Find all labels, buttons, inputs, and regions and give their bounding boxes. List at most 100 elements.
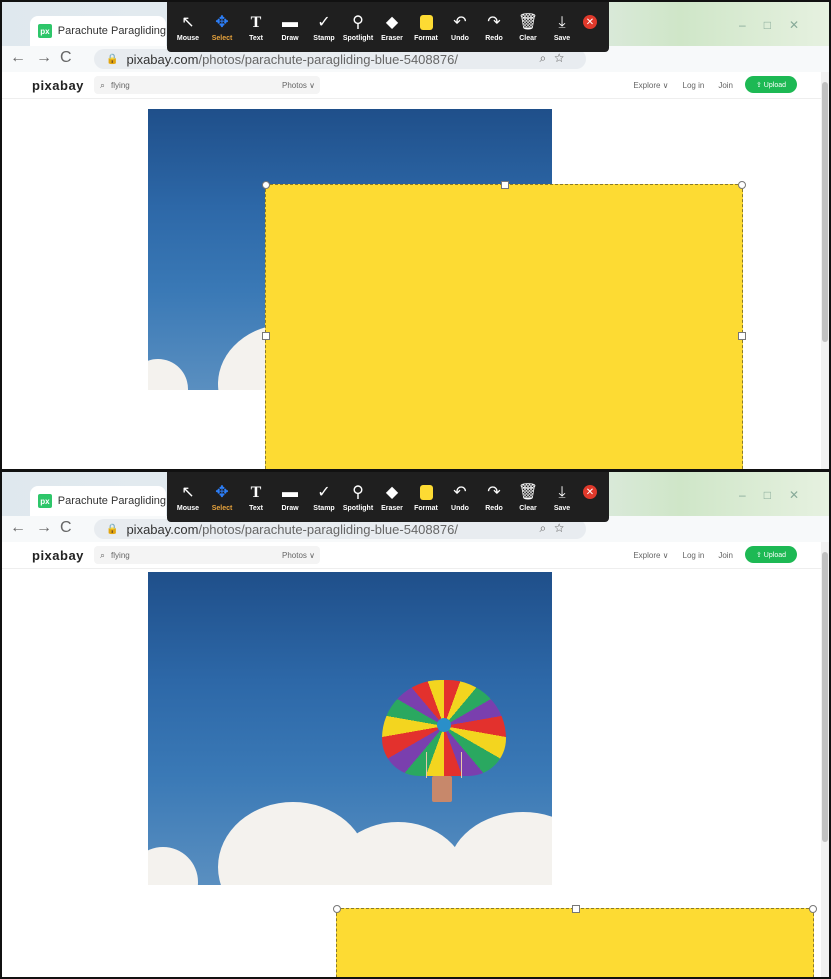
resize-handle[interactable] bbox=[262, 181, 270, 189]
resize-handle[interactable] bbox=[572, 905, 580, 913]
checkmark-icon: ✓ bbox=[317, 13, 331, 31]
lock-icon: 🔒 bbox=[106, 53, 119, 65]
login-link[interactable]: Log in bbox=[683, 81, 705, 90]
header-nav: Explore ∨ Log in Join bbox=[633, 551, 733, 560]
tool-clear[interactable]: 🗑 Clear bbox=[511, 483, 545, 512]
window-controls[interactable]: –□✕ bbox=[739, 488, 817, 502]
page-scrollbar[interactable] bbox=[821, 72, 829, 469]
tool-stamp[interactable]: ✓ Stamp bbox=[307, 13, 341, 42]
tool-redo[interactable]: ↷ Redo bbox=[477, 483, 511, 512]
back-arrow-icon[interactable]: ← bbox=[10, 519, 26, 537]
page-scrollbar[interactable] bbox=[821, 542, 829, 977]
pixabay-favicon-icon: px bbox=[38, 494, 52, 508]
header-nav: Explore ∨ Log in Join bbox=[633, 81, 733, 90]
redo-icon: ↷ bbox=[487, 13, 501, 31]
pixabay-logo[interactable]: pixabay bbox=[32, 548, 84, 563]
forward-arrow-icon[interactable]: → bbox=[36, 519, 52, 537]
scrollbar-thumb[interactable] bbox=[822, 552, 828, 842]
tool-select[interactable]: ✥ Select bbox=[205, 13, 239, 42]
explore-link[interactable]: Explore ∨ bbox=[633, 81, 668, 90]
spotlight-icon: ⚲ bbox=[352, 483, 364, 501]
undo-icon: ↶ bbox=[453, 13, 467, 31]
eraser-icon: ◆ bbox=[385, 13, 399, 31]
tool-mouse[interactable]: ↖ Mouse bbox=[171, 483, 205, 512]
search-icon: ⌕ bbox=[100, 79, 106, 90]
screenshot-panel-bottom: px Parachute Paragliding Blue - Free –□✕… bbox=[0, 470, 831, 979]
tool-redo[interactable]: ↷ Redo bbox=[477, 13, 511, 42]
resize-handle[interactable] bbox=[738, 332, 746, 340]
move-icon: ✥ bbox=[215, 13, 229, 31]
resize-handle[interactable] bbox=[333, 905, 341, 913]
redo-icon: ↷ bbox=[487, 483, 501, 501]
text-icon: T bbox=[250, 483, 262, 501]
resize-handle[interactable] bbox=[501, 181, 509, 189]
back-arrow-icon[interactable]: ← bbox=[10, 49, 26, 67]
zoom-star-icons[interactable]: ⌕☆ bbox=[539, 521, 572, 536]
search-input[interactable]: ⌕ flying Photos ∨ bbox=[94, 76, 320, 94]
screenshot-panel-top: px Parachute Paragliding Blue - Free –□✕… bbox=[0, 0, 831, 471]
tool-eraser[interactable]: ◆ Eraser bbox=[375, 13, 409, 42]
tool-format[interactable]: Format bbox=[409, 483, 443, 512]
tool-spotlight[interactable]: ⚲ Spotlight bbox=[341, 483, 375, 512]
tool-mouse[interactable]: ↖ Mouse bbox=[171, 13, 205, 42]
pixabay-header: pixabay ⌕ flying Photos ∨ Explore ∨ Log … bbox=[2, 72, 829, 99]
tool-text[interactable]: T Text bbox=[239, 483, 273, 512]
tool-clear[interactable]: 🗑 Clear bbox=[511, 13, 545, 42]
spotlight-icon: ⚲ bbox=[352, 13, 364, 31]
format-color-swatch-icon bbox=[419, 14, 433, 30]
tool-draw[interactable]: ▬ Draw bbox=[273, 13, 307, 42]
zoom-star-icons[interactable]: ⌕☆ bbox=[539, 51, 572, 66]
resize-handle[interactable] bbox=[262, 332, 270, 340]
address-bar[interactable]: 🔒 pixabay.com/photos/parachute-paraglidi… bbox=[94, 49, 586, 69]
explore-link[interactable]: Explore ∨ bbox=[633, 551, 668, 560]
tool-eraser[interactable]: ◆ Eraser bbox=[375, 483, 409, 512]
eraser-icon: ◆ bbox=[385, 483, 399, 501]
join-link[interactable]: Join bbox=[718, 551, 733, 560]
tool-save[interactable]: ⤓ Save bbox=[545, 13, 579, 42]
search-icon: ⌕ bbox=[100, 549, 106, 560]
reload-icon[interactable]: C bbox=[60, 519, 72, 537]
tool-text[interactable]: T Text bbox=[239, 13, 273, 42]
resize-handle[interactable] bbox=[738, 181, 746, 189]
photos-filter-dropdown[interactable]: Photos ∨ bbox=[282, 81, 315, 90]
search-value: flying bbox=[111, 80, 130, 90]
pixabay-favicon-icon: px bbox=[38, 24, 52, 38]
cursor-icon: ↖ bbox=[181, 483, 195, 501]
photos-filter-dropdown[interactable]: Photos ∨ bbox=[282, 551, 315, 560]
tool-save[interactable]: ⤓ Save bbox=[545, 483, 579, 512]
url-domain: pixabay.com bbox=[126, 51, 199, 67]
tool-spotlight[interactable]: ⚲ Spotlight bbox=[341, 13, 375, 42]
browser-tab[interactable]: px Parachute Paragliding Blue - Free bbox=[30, 486, 166, 516]
join-link[interactable]: Join bbox=[718, 81, 733, 90]
save-icon: ⤓ bbox=[558, 483, 566, 501]
upload-button[interactable]: ⇪ Upload bbox=[745, 76, 797, 93]
cursor-icon: ↖ bbox=[181, 13, 195, 31]
rectangle-icon: ▬ bbox=[282, 13, 298, 31]
window-controls[interactable]: –□✕ bbox=[739, 18, 817, 32]
forward-arrow-icon[interactable]: → bbox=[36, 49, 52, 67]
tool-undo[interactable]: ↶ Undo bbox=[443, 483, 477, 512]
reload-icon[interactable]: C bbox=[60, 49, 72, 67]
yellow-rectangle-annotation[interactable] bbox=[262, 181, 746, 469]
cloud bbox=[148, 359, 188, 390]
upload-button[interactable]: ⇪ Upload bbox=[745, 546, 797, 563]
yellow-rectangle-annotation[interactable] bbox=[333, 905, 817, 977]
tool-format[interactable]: Format bbox=[409, 13, 443, 42]
format-color-swatch-icon bbox=[419, 484, 433, 500]
tool-stamp[interactable]: ✓ Stamp bbox=[307, 483, 341, 512]
tool-draw[interactable]: ▬ Draw bbox=[273, 483, 307, 512]
search-value: flying bbox=[111, 550, 130, 560]
close-icon[interactable]: ✕ bbox=[583, 485, 597, 499]
tool-select[interactable]: ✥ Select bbox=[205, 483, 239, 512]
scrollbar-thumb[interactable] bbox=[822, 82, 828, 342]
login-link[interactable]: Log in bbox=[683, 551, 705, 560]
tool-undo[interactable]: ↶ Undo bbox=[443, 13, 477, 42]
cloud bbox=[448, 812, 552, 885]
address-bar[interactable]: 🔒 pixabay.com/photos/parachute-paraglidi… bbox=[94, 519, 586, 539]
pixabay-logo[interactable]: pixabay bbox=[32, 78, 84, 93]
browser-tab[interactable]: px Parachute Paragliding Blue - Free bbox=[30, 16, 166, 46]
search-input[interactable]: ⌕ flying Photos ∨ bbox=[94, 546, 320, 564]
close-icon[interactable]: ✕ bbox=[583, 15, 597, 29]
paragliding-photo bbox=[148, 572, 552, 885]
resize-handle[interactable] bbox=[809, 905, 817, 913]
